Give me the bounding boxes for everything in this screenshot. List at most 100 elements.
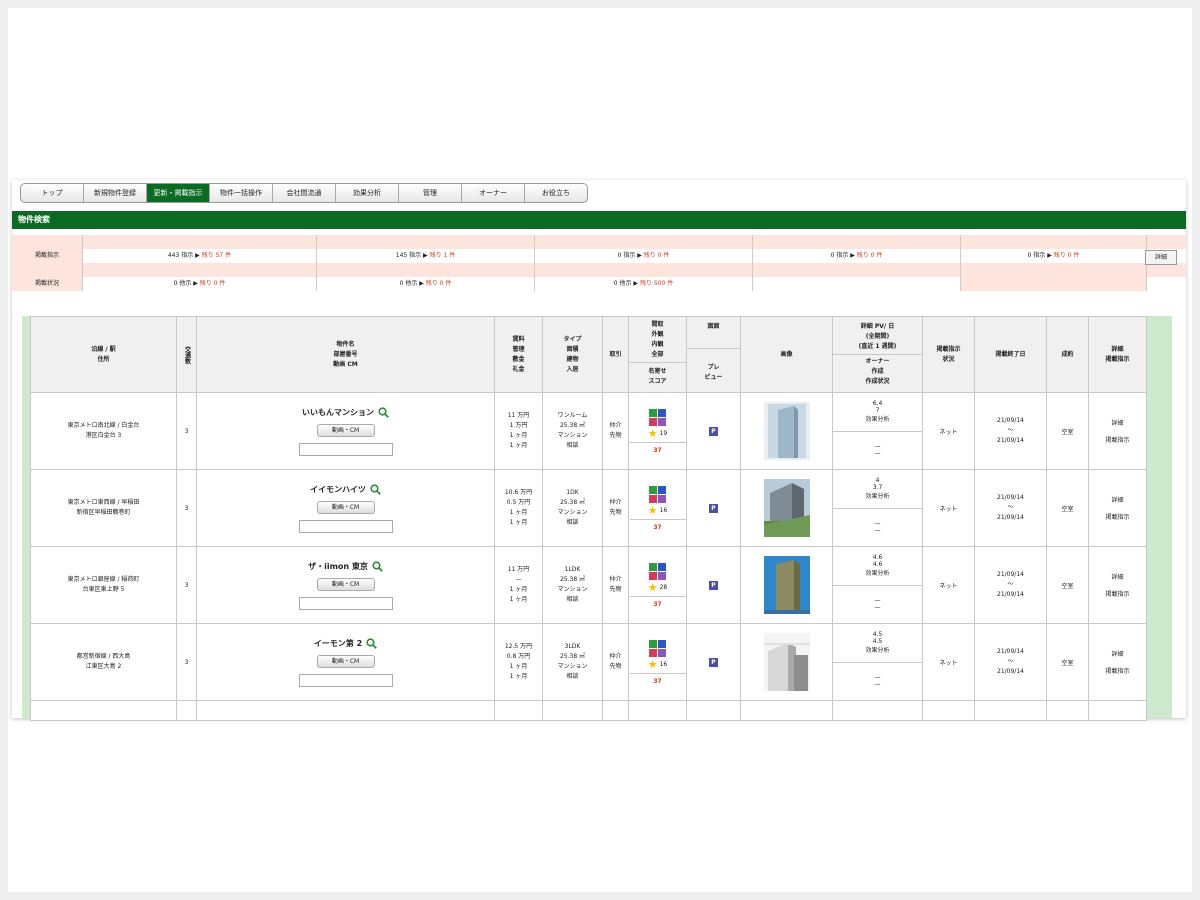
effect-analysis-link[interactable]: 効果分析 — [833, 568, 922, 577]
pv-value: 4.6 — [872, 561, 883, 569]
property-photo[interactable] — [741, 402, 832, 460]
enddate-line: 21/09/14 — [997, 591, 1024, 598]
search-icon[interactable] — [370, 483, 381, 495]
listing-instruction-link[interactable]: 掲載指示 — [1089, 512, 1146, 521]
cm-wrap: 動画・CM — [197, 418, 494, 437]
star-count: 19 — [659, 429, 668, 437]
tab-3[interactable]: 更新・掲載指示 — [147, 184, 210, 202]
main-nav: トップ 新規物件登録 更新・掲載指示 物件一括操作 会社間流通 効果分析 管理 オーナー お役立… — [20, 183, 588, 203]
video-cm-button[interactable]: 動画・CM — [316, 423, 375, 437]
star-icon: ★ — [647, 657, 658, 671]
cell-enddate: 21/09/14 〜 21/09/14 — [974, 546, 1047, 624]
remaining-count[interactable]: 残り 0 件 — [857, 252, 883, 259]
tab-1[interactable]: トップ — [21, 184, 84, 202]
type-line: ワンルーム — [557, 412, 588, 419]
score-value: 37 — [653, 446, 662, 454]
tab-4[interactable]: 物件一括操作 — [210, 184, 273, 202]
photo-grid-icon — [649, 408, 666, 426]
fee-line: 11 万円 — [507, 566, 530, 573]
status-cell: 0 指示 ▶ 残り 0 件 — [753, 249, 961, 263]
header-enddate-label: 掲載終了日 — [995, 350, 1026, 358]
room-number-input[interactable] — [298, 519, 393, 533]
effect-analysis-link[interactable]: 効果分析 — [833, 491, 922, 500]
property-photo[interactable] — [741, 633, 832, 691]
remaining-count[interactable]: 残り 0 件 — [1054, 252, 1080, 259]
remaining-count[interactable]: 残り 57 件 — [202, 252, 231, 259]
property-photo[interactable] — [741, 479, 832, 537]
listing-instruction-link[interactable]: 掲載指示 — [1089, 589, 1146, 598]
cell-detail: 詳細 掲載指示 — [1088, 546, 1147, 624]
remaining-count[interactable]: 残り 0 件 — [200, 280, 226, 287]
property-name[interactable]: いいもんマンション — [302, 407, 374, 418]
preview-icon[interactable]: P — [709, 580, 718, 590]
tab-8[interactable]: オーナー — [462, 184, 525, 202]
type-line: 相談 — [566, 673, 579, 680]
property-name[interactable]: イーモン第 2 — [314, 638, 362, 649]
property-photo[interactable] — [741, 556, 832, 614]
header-score-bottom: 名寄せ スコア — [629, 362, 686, 391]
tab-6[interactable]: 効果分析 — [336, 184, 399, 202]
status-cell: 0 指示 ▶ 残り 0 件 — [535, 249, 753, 263]
property-name-line: ザ・iimon 東京 — [308, 560, 383, 572]
cell-pv: 4.6 4.6 効果分析 — — — [832, 546, 923, 624]
detail-link[interactable]: 詳細 — [1089, 649, 1146, 658]
effect-analysis-link[interactable]: 効果分析 — [833, 645, 922, 654]
remaining-count[interactable]: 残り 500 件 — [640, 280, 673, 287]
cell-contract: 空室 — [1046, 623, 1089, 701]
deal-line: 先物 — [609, 509, 622, 516]
table-row[interactable]: 東京メトロ東西線 / 早稲田 新宿区早稲田鶴巻町 3 イイモンハイツ 動画・CM 10.6… — [30, 469, 1147, 547]
header-transport: 交通数 — [176, 316, 197, 393]
table-row[interactable]: 東京メトロ南北線 / 白金台 港区白金台 3 3 いいもんマンション 動画・CM 11 万… — [30, 392, 1147, 470]
tab-9[interactable]: お役立ち — [525, 184, 587, 202]
listing-instruction-link[interactable]: 掲載指示 — [1089, 666, 1146, 675]
owner-line: — — [874, 527, 881, 535]
search-icon[interactable] — [378, 406, 389, 418]
property-name-wrap: イイモンハイツ — [197, 483, 494, 495]
header-pv-top: 詳細 PV/ 日 (全期間) (直近 1 週間) — [833, 320, 922, 354]
cell-pv: 4 3.7 効果分析 — — — [832, 469, 923, 547]
detail-link[interactable]: 詳細 — [1089, 495, 1146, 504]
table-row[interactable]: 東京メトロ銀座線 / 稲荷町 台東区東上野 5 3 ザ・iimon 東京 動画・CM 11… — [30, 546, 1147, 624]
tab-2[interactable]: 新規物件登録 — [84, 184, 147, 202]
star-line: ★ 28 — [648, 582, 668, 593]
star-icon: ★ — [647, 503, 658, 517]
search-icon[interactable] — [366, 637, 378, 649]
remaining-count[interactable]: 残り 0 件 — [644, 252, 670, 259]
cell-contract: 空室 — [1046, 469, 1089, 547]
pv-bottom: — — — [833, 509, 922, 547]
contract-status: 空室 — [1061, 659, 1074, 667]
remaining-count[interactable]: 残り 0 件 — [426, 280, 452, 287]
fee-line: 1 ヶ月 — [509, 442, 528, 449]
video-cm-button[interactable]: 動画・CM — [316, 500, 375, 514]
header-detail: 詳細 掲載指示 — [1088, 316, 1147, 393]
tab-7[interactable]: 管理 — [399, 184, 462, 202]
header-score-line: 外観 — [651, 331, 664, 338]
room-number-input[interactable] — [298, 442, 393, 456]
video-cm-button[interactable]: 動画・CM — [316, 654, 375, 668]
remaining-count[interactable]: 残り 1 件 — [430, 252, 456, 259]
cell-pv: 6.4 7 効果分析 — — — [832, 392, 923, 470]
status-detail-button[interactable]: 詳細 — [1145, 250, 1177, 265]
listing-count: 0 他示 ▶ — [399, 280, 424, 287]
listing-instruction-link[interactable]: 掲載指示 — [1089, 435, 1146, 444]
preview-icon[interactable]: P — [709, 657, 718, 667]
star-icon: ★ — [647, 580, 658, 594]
room-number-input[interactable] — [298, 596, 393, 610]
effect-analysis-link[interactable]: 効果分析 — [833, 414, 922, 423]
cell-fees: 11 万円 1 万円 1 ヶ月 1 ヶ月 — [494, 392, 543, 470]
tab-5[interactable]: 会社間流通 — [273, 184, 336, 202]
search-icon[interactable] — [372, 560, 383, 572]
detail-link[interactable]: 詳細 — [1089, 418, 1146, 427]
table-row[interactable]: 都営新宿線 / 西大島 江東区大島 2 3 イーモン第 2 動画・CM 12.5 万円 0.… — [30, 623, 1147, 701]
property-name[interactable]: イイモンハイツ — [310, 484, 366, 495]
preview-icon[interactable]: P — [709, 503, 718, 513]
room-number-input[interactable] — [298, 673, 393, 687]
cell-score: ★ 19 37 — [628, 392, 687, 470]
video-cm-button[interactable]: 動画・CM — [316, 577, 375, 591]
header-pv-bottom: オーナー 作成 作成状況 — [833, 354, 922, 389]
listing-count: 0 他示 ▶ — [173, 280, 198, 287]
detail-link[interactable]: 詳細 — [1089, 572, 1146, 581]
property-name[interactable]: ザ・iimon 東京 — [308, 561, 368, 572]
cell-type: 1DK 25.38 ㎡マンション 相談 — [542, 469, 603, 547]
preview-icon[interactable]: P — [709, 426, 718, 436]
